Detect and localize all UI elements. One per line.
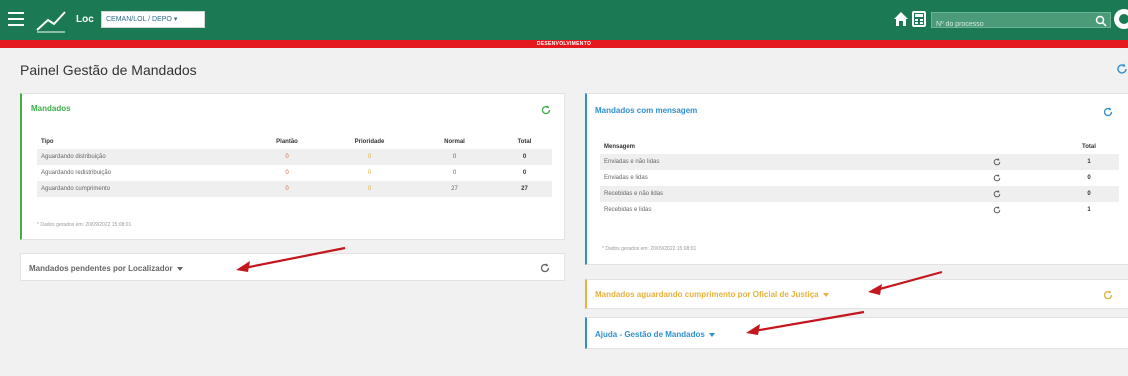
- mandados-footnote: * Dados gerados em: 20/09/2022 15:08:01: [37, 222, 132, 228]
- process-search[interactable]: [931, 12, 1111, 32]
- loc-label: Loc: [76, 14, 94, 25]
- pendentes-title: Mandados pendentes por Localizador: [29, 264, 173, 273]
- table-row: Aguardando cumprimento 0 0 27 27: [37, 181, 552, 197]
- col-mensagem: Mensagem: [604, 144, 636, 150]
- row-total: 0: [1059, 186, 1119, 202]
- row-total: 27: [497, 181, 552, 197]
- row-prioridade[interactable]: 0: [327, 149, 412, 165]
- mensagens-panel-title: Mandados com mensagem: [595, 106, 698, 115]
- col-normal: Normal: [444, 139, 465, 145]
- ajuda-toggle[interactable]: Ajuda - Gestão de Mandados: [595, 330, 715, 339]
- row-refresh: [985, 202, 1059, 218]
- mandados-panel: Mandados Tipo Plantão Prioridade Normal …: [20, 93, 565, 240]
- oficial-title: Mandados aguardando cumprimento por Ofic…: [595, 290, 819, 299]
- calculator-icon[interactable]: [912, 11, 926, 27]
- row-total: 0: [1087, 175, 1091, 181]
- row-mensagem: Recebidas e lidas: [604, 207, 652, 213]
- table-row: Recebidas e lidas 1: [600, 202, 1119, 218]
- row-total: 0: [497, 149, 552, 165]
- row-normal[interactable]: 0: [412, 149, 497, 165]
- col-plantao: Plantão: [276, 139, 298, 145]
- process-search-input[interactable]: [932, 17, 1110, 32]
- mensagens-panel: Mandados com mensagem Mensagem Total Env…: [585, 93, 1128, 265]
- table-row: Aguardando redistribuição 0 0 0 0: [37, 165, 552, 181]
- col-total: Total: [1082, 144, 1096, 150]
- table-row: Enviadas e lidas 0: [600, 170, 1119, 186]
- mandados-panel-title: Mandados: [31, 104, 71, 113]
- user-avatar-icon[interactable]: [1114, 9, 1128, 29]
- row-normal[interactable]: 27: [412, 181, 497, 197]
- table-row: Recebidas e não lidas 0: [600, 186, 1119, 202]
- logo: [36, 11, 66, 33]
- row-plantao[interactable]: 0: [247, 165, 327, 181]
- row-tipo: Aguardando distribuição: [37, 149, 247, 165]
- oficial-toggle[interactable]: Mandados aguardando cumprimento por Ofic…: [595, 290, 829, 299]
- chevron-down-icon: [176, 266, 183, 271]
- table-row: Aguardando distribuição 0 0 0 0: [37, 149, 552, 165]
- oficial-refresh-icon[interactable]: [1103, 290, 1113, 300]
- home-icon[interactable]: [893, 11, 909, 27]
- row-plantao[interactable]: 0: [247, 149, 327, 165]
- row-refresh: [985, 186, 1059, 202]
- row-total: 1: [1087, 207, 1091, 213]
- row-refresh-icon[interactable]: [993, 206, 1001, 214]
- table-row: Enviadas e não lidas 1: [600, 154, 1119, 170]
- mandados-table: Tipo Plantão Prioridade Normal Total Agu…: [37, 135, 552, 197]
- row-prioridade[interactable]: 0: [327, 165, 412, 181]
- row-total: 0: [522, 170, 527, 176]
- pendentes-toggle[interactable]: Mandados pendentes por Localizador: [29, 264, 183, 273]
- mensagens-refresh-icon[interactable]: [1103, 107, 1113, 117]
- row-refresh-icon[interactable]: [993, 174, 1001, 182]
- pendentes-refresh-icon[interactable]: [540, 263, 550, 273]
- oficial-panel: Mandados aguardando cumprimento por Ofic…: [585, 279, 1128, 309]
- environment-banner: DESENVOLVIMENTO: [0, 40, 1128, 48]
- chevron-down-icon: [822, 292, 829, 297]
- row-refresh: [985, 154, 1059, 170]
- mensagens-table-header: Mensagem Total: [600, 140, 1119, 154]
- search-icon[interactable]: [1095, 15, 1107, 27]
- row-refresh-icon[interactable]: [993, 190, 1001, 198]
- col-action: [985, 140, 1059, 154]
- page-title: Painel Gestão de Mandados: [20, 62, 197, 78]
- row-refresh: [985, 170, 1059, 186]
- col-tipo: Tipo: [41, 139, 54, 145]
- ajuda-panel: Ajuda - Gestão de Mandados: [585, 317, 1128, 349]
- col-prioridade: Prioridade: [354, 139, 385, 145]
- row-tipo: Aguardando cumprimento: [37, 181, 247, 197]
- mandados-table-header: Tipo Plantão Prioridade Normal Total: [37, 135, 552, 149]
- col-total: Total: [517, 139, 532, 145]
- mandados-refresh-icon[interactable]: [541, 105, 551, 115]
- row-prioridade[interactable]: 0: [327, 181, 412, 197]
- top-navbar: Loc CEMAN/LOL / DEPO ▾: [0, 0, 1128, 40]
- row-tipo: Aguardando redistribuição: [41, 170, 112, 176]
- chevron-down-icon: [708, 332, 715, 337]
- hamburger-menu-icon[interactable]: [8, 12, 24, 26]
- page-refresh-icon[interactable]: [1116, 63, 1128, 75]
- row-refresh-icon[interactable]: [993, 158, 1001, 166]
- row-mensagem: Enviadas e não lidas: [600, 154, 985, 170]
- mensagens-footnote: * Dados gerados em: 20/09/2022 15:08:01: [602, 246, 697, 252]
- pendentes-panel: Mandados pendentes por Localizador: [20, 253, 565, 281]
- ajuda-title: Ajuda - Gestão de Mandados: [595, 330, 705, 339]
- row-mensagem: Enviadas e lidas: [604, 175, 648, 181]
- row-mensagem: Recebidas e não lidas: [600, 186, 985, 202]
- row-normal[interactable]: 0: [412, 165, 497, 181]
- mensagens-table: Mensagem Total Enviadas e não lidas 1 En…: [600, 140, 1119, 218]
- row-total: 1: [1059, 154, 1119, 170]
- location-select[interactable]: CEMAN/LOL / DEPO ▾: [101, 11, 205, 28]
- row-plantao[interactable]: 0: [247, 181, 327, 197]
